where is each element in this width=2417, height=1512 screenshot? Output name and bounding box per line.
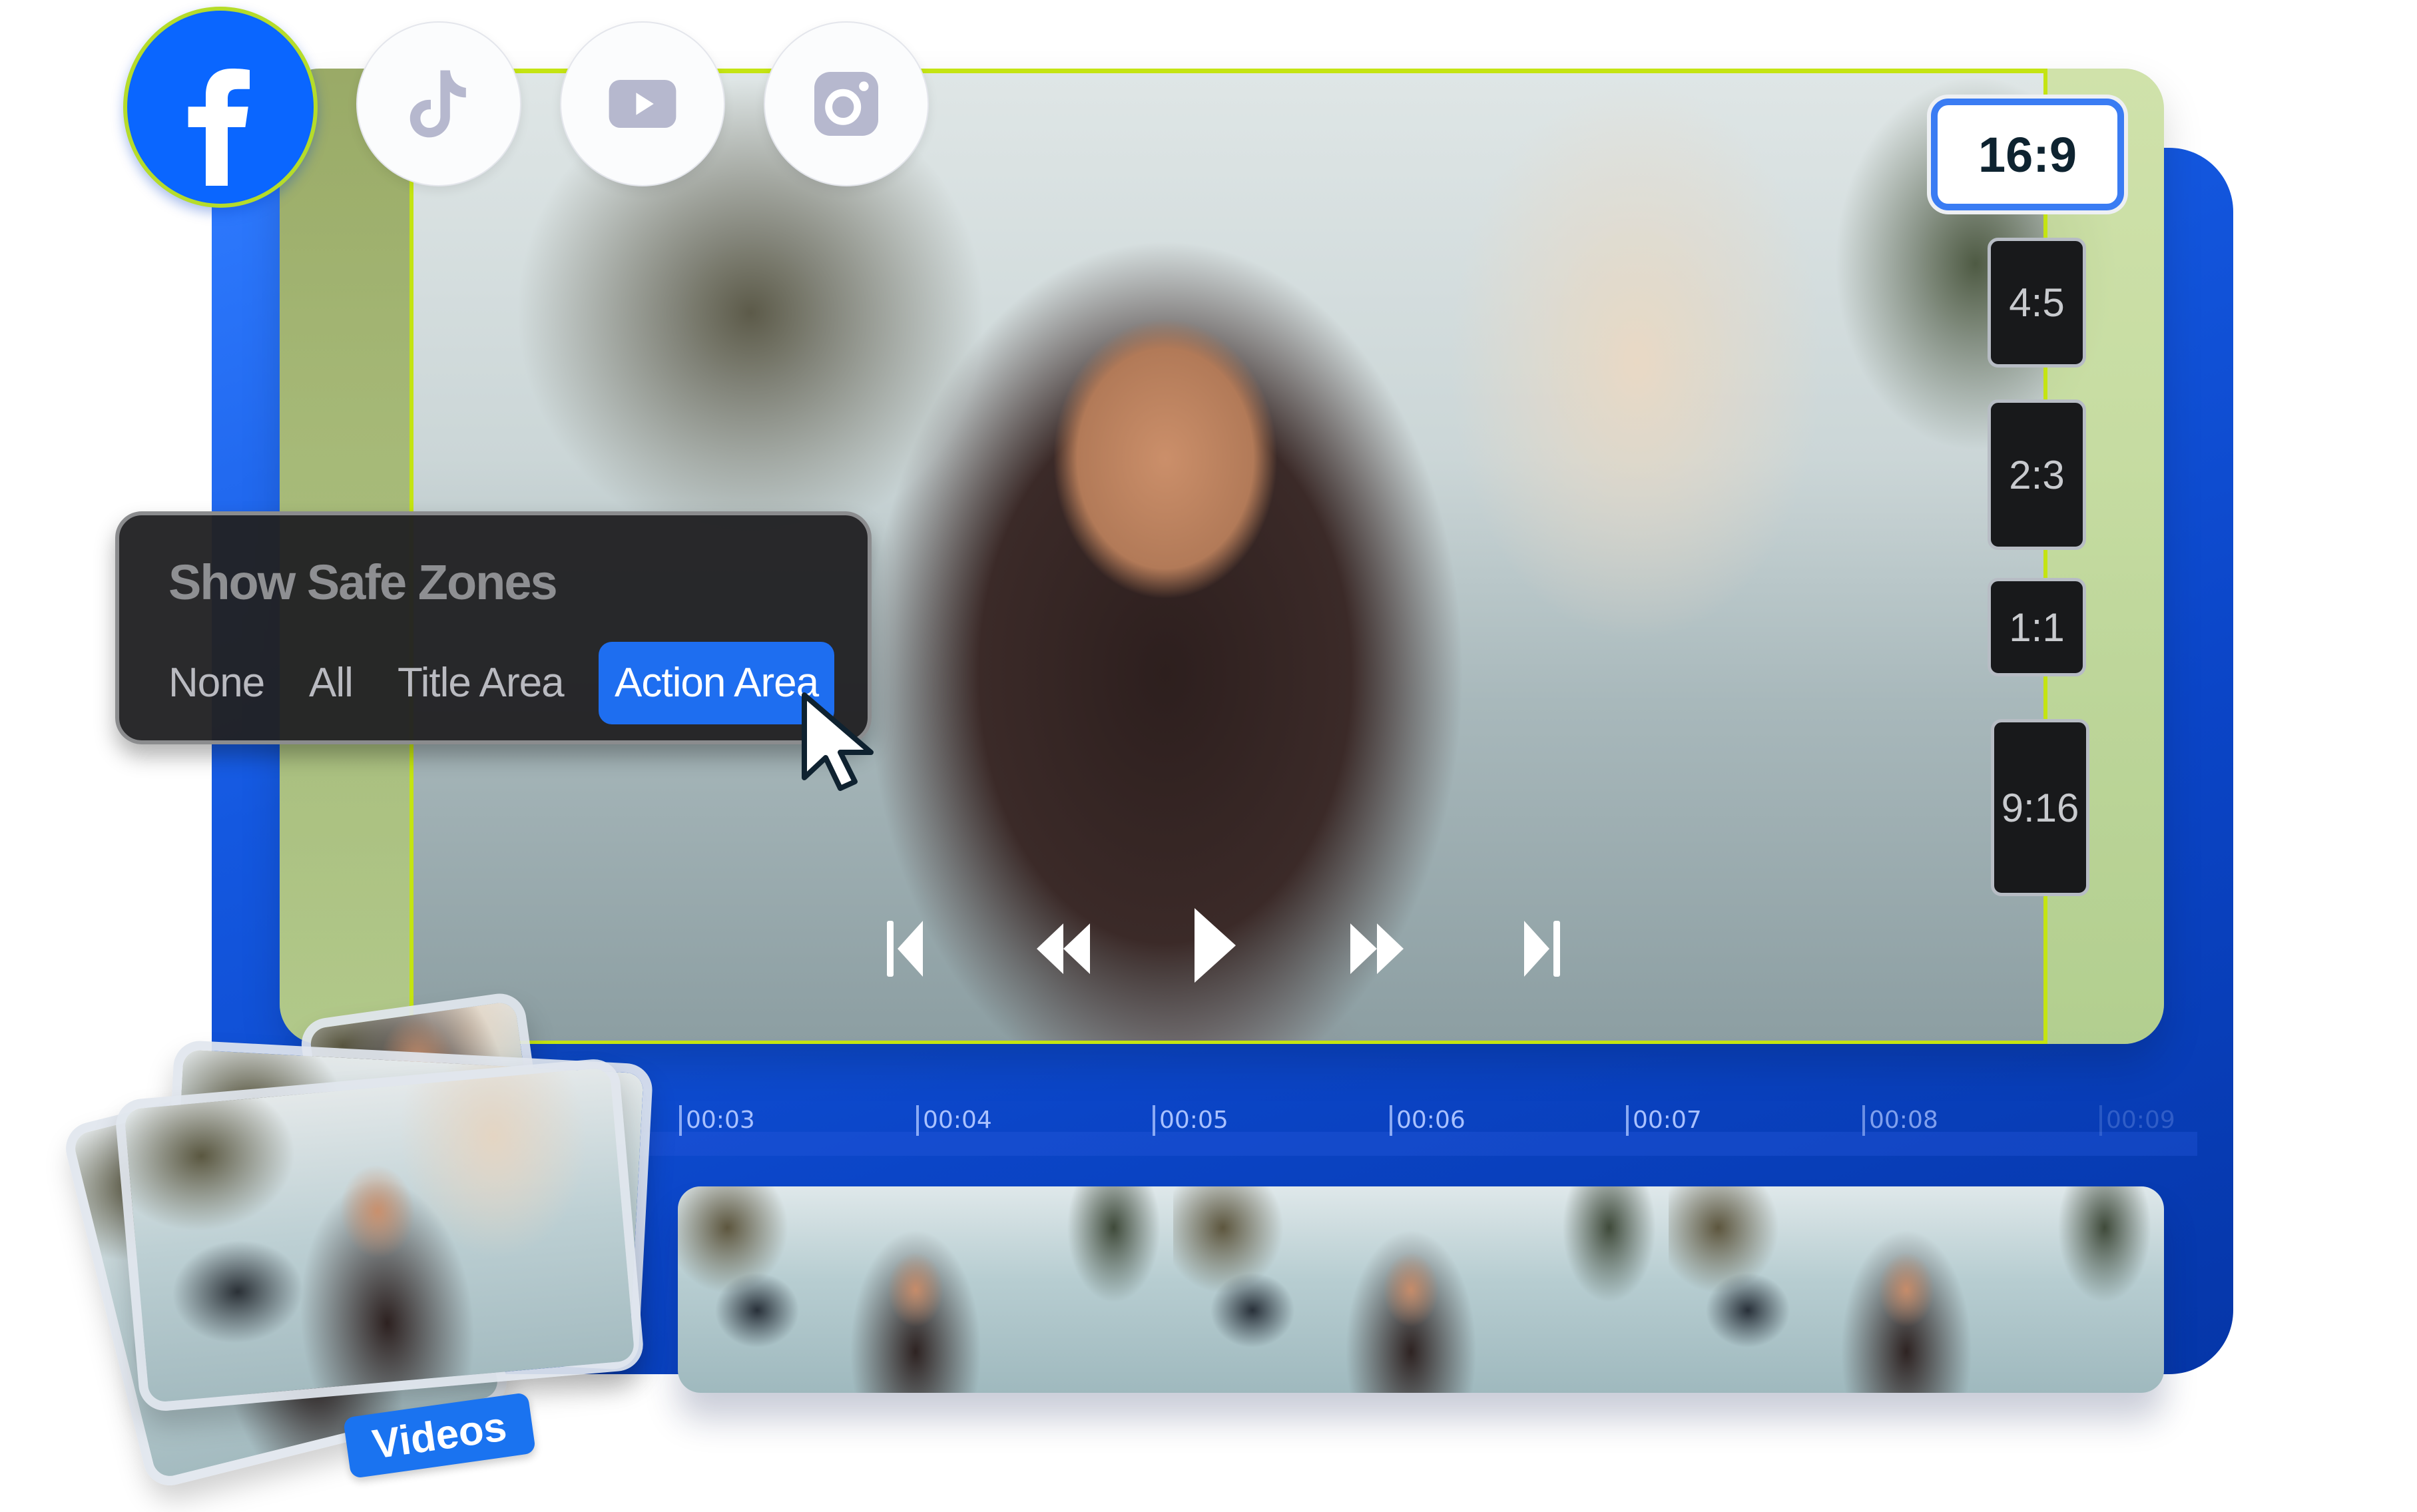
platform-youtube[interactable] <box>560 21 725 186</box>
safe-zones-title: Show Safe Zones <box>168 555 558 610</box>
timeline-tick: 00:05 <box>1153 1105 1228 1136</box>
filmstrip-frame <box>1669 1186 2164 1393</box>
timeline-tick: 00:08 <box>1862 1105 1938 1136</box>
safe-zones-panel: Show Safe Zones None All Title Area Acti… <box>115 511 872 744</box>
play-button[interactable] <box>1192 905 1238 985</box>
aspect-ratio-1-1[interactable]: 1:1 <box>1988 578 2086 676</box>
safe-zone-option-none[interactable]: None <box>168 642 265 724</box>
filmstrip-frame <box>678 1186 1173 1393</box>
tiktok-icon <box>409 70 466 138</box>
timeline-tick: 00:06 <box>1390 1105 1466 1136</box>
platform-facebook[interactable] <box>123 7 318 208</box>
fast-forward-button[interactable] <box>1348 915 1405 982</box>
aspect-ratio-9-16[interactable]: 9:16 <box>1991 719 2089 896</box>
aspect-ratio-4-5[interactable]: 4:5 <box>1988 238 2086 368</box>
filmstrip-frame <box>1173 1186 1669 1393</box>
aspect-ratio-16-9[interactable]: 16:9 <box>1931 99 2124 210</box>
rewind-button[interactable] <box>1035 915 1092 982</box>
safe-zone-margin-right <box>2047 69 2164 1044</box>
platform-instagram[interactable] <box>764 21 929 186</box>
aspect-ratio-2-3[interactable]: 2:3 <box>1988 399 2086 550</box>
playback-controls <box>886 908 1591 983</box>
timeline-tick: 00:09 <box>2099 1105 2175 1136</box>
platform-tiktok[interactable] <box>356 21 521 186</box>
skip-to-end-button[interactable] <box>1521 915 1561 982</box>
youtube-icon <box>609 80 676 128</box>
timeline-tick: 00:07 <box>1626 1105 1702 1136</box>
safe-zone-option-title-area[interactable]: Title Area <box>398 642 565 724</box>
fast-forward-icon <box>1350 923 1404 974</box>
timeline-tick: 00:04 <box>916 1105 992 1136</box>
facebook-icon <box>188 69 250 186</box>
skip-forward-icon <box>1524 921 1560 977</box>
mouse-pointer-icon <box>802 692 874 791</box>
video-filmstrip[interactable] <box>678 1186 2164 1393</box>
rewind-icon <box>1037 923 1090 974</box>
safe-zone-option-all[interactable]: All <box>309 642 354 724</box>
skip-to-start-button[interactable] <box>886 915 926 982</box>
timeline-tick: 00:03 <box>679 1105 755 1136</box>
video-card-front[interactable] <box>113 1057 646 1413</box>
skip-back-icon <box>887 921 923 977</box>
play-icon <box>1195 908 1236 983</box>
instagram-icon <box>814 72 878 136</box>
